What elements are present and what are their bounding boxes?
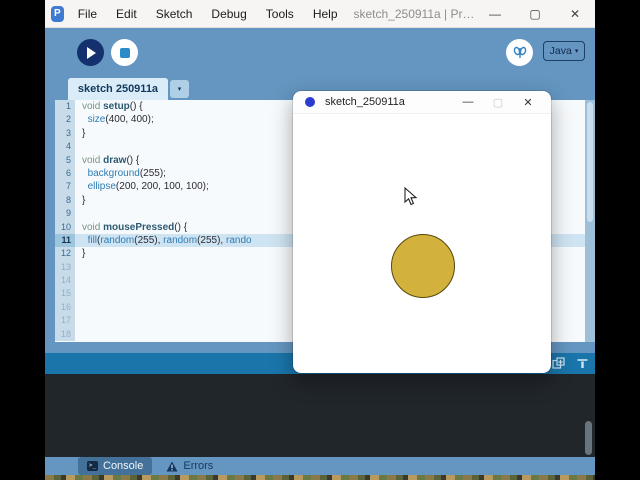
line-number: 13 [55,260,75,275]
close-button[interactable]: ✕ [555,0,595,27]
code-text: size(400, 400); [87,114,154,126]
debug-button[interactable] [506,39,533,66]
line-number: 2 [55,113,75,127]
line-number: 17 [55,314,75,328]
code-text: void setup() { [82,101,143,112]
chevron-down-icon: ▾ [574,48,579,55]
butterfly-icon [513,46,526,58]
editor-scrollbar-thumb[interactable] [587,102,593,222]
line-number: 11 [55,233,75,248]
sketch-window-title: sketch_250911a [325,96,405,108]
tab-errors[interactable]: Errors [166,460,213,472]
app-titlebar: P File Edit Sketch Debug Tools Help sket… [45,0,595,28]
code-text: } [82,194,86,206]
stop-button[interactable] [111,39,138,66]
menu-debug[interactable]: Debug [211,7,246,21]
menu-tools[interactable]: Tools [266,7,294,21]
line-number: 7 [55,180,75,194]
menu-help[interactable]: Help [313,7,338,21]
mouse-cursor-icon [404,187,417,206]
footer-tab-bar: >_ Console Errors [45,457,595,475]
ellipse-shape [391,234,455,298]
mode-label: Java [549,45,572,57]
warning-icon [166,461,178,471]
processing-logo-icon: P [51,5,64,22]
menu-edit[interactable]: Edit [116,7,137,21]
code-text: ellipse(200, 200, 100, 100); [87,181,209,193]
code-text: void mousePressed() { [82,221,188,233]
open-external-console-button[interactable] [551,356,565,370]
line-number: 14 [55,274,75,288]
toolbar: Java ▾ [45,28,595,77]
tab-console[interactable]: >_ Console [78,457,153,475]
line-number: 16 [55,300,75,315]
menubar: File Edit Sketch Debug Tools Help [78,7,338,21]
code-text: } [82,127,86,139]
maximize-button[interactable]: ▢ [515,0,555,27]
line-number: 3 [55,126,75,141]
line-number: 6 [55,166,75,181]
line-number: 4 [55,140,75,154]
window-title: sketch_250911a | Processi... [353,6,476,21]
terminal-icon: >_ [87,461,98,471]
open-external-icon [551,356,565,369]
code-text: fill(random(255), random(255), rando [87,234,252,246]
tab-menu-button[interactable]: ▾ [170,80,189,98]
line-number: 1 [55,100,75,114]
console-output [45,374,595,457]
line-number: 10 [55,220,75,234]
line-number: 15 [55,287,75,301]
mode-selector[interactable]: Java ▾ [543,41,585,61]
sketch-output-window: sketch_250911a — ▢ ✕ [293,91,551,373]
sketch-close-button[interactable]: ✕ [513,91,543,113]
menu-sketch[interactable]: Sketch [156,7,193,21]
run-button[interactable] [77,39,104,66]
code-text: background(255); [87,167,166,179]
code-text: } [82,248,86,260]
tab-sketch[interactable]: sketch 250911a [68,78,168,100]
line-number: 9 [55,207,75,221]
stop-icon [119,47,130,58]
menu-file[interactable]: File [78,7,97,21]
console-tab-label: Console [103,460,144,472]
collapse-icon [577,358,587,368]
line-number: 5 [55,153,75,167]
collapse-console-button[interactable] [575,356,589,370]
sketch-canvas[interactable] [293,114,551,372]
line-number: 18 [55,327,75,342]
line-number: 8 [55,193,75,208]
editor-scrollbar[interactable] [585,100,595,342]
errors-tab-label: Errors [183,460,214,472]
sketch-minimize-button[interactable]: — [453,91,483,113]
console-scrollbar-thumb[interactable] [585,421,592,455]
line-number: 12 [55,247,75,261]
code-text: void draw() { [82,154,140,166]
minimize-button[interactable]: — [475,0,515,27]
sketch-app-icon [305,97,315,107]
sketch-window-titlebar[interactable]: sketch_250911a — ▢ ✕ [293,91,551,114]
desktop-wallpaper-sliver [45,475,595,480]
screen: P File Edit Sketch Debug Tools Help sket… [0,0,640,480]
play-icon [87,46,96,59]
sketch-maximize-button: ▢ [492,96,504,109]
